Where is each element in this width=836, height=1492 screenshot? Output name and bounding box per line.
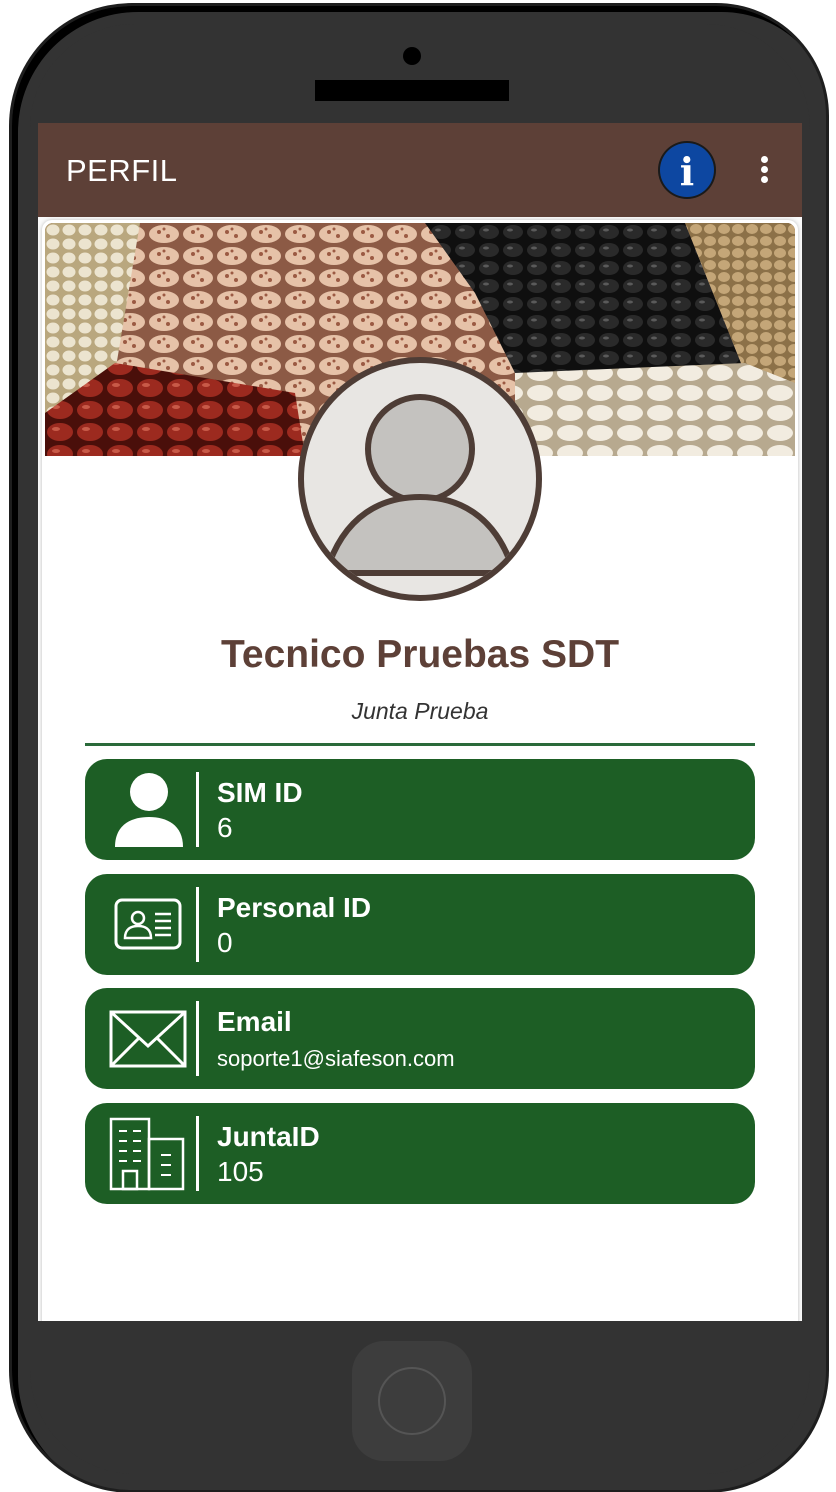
field-value: soporte1@siafeson.com xyxy=(217,1046,455,1071)
building-icon xyxy=(105,1115,189,1193)
earpiece-speaker xyxy=(315,80,509,101)
field-label: Email xyxy=(217,1006,292,1037)
field-label: JuntaID xyxy=(217,1121,320,1152)
profile-card: Tecnico Pruebas SDT Junta Prueba SIM ID … xyxy=(42,220,798,1321)
app-screen: PERFIL i Tecnico Pruebas SDT Junta Prueb… xyxy=(38,123,802,1321)
row-separator xyxy=(196,1116,199,1191)
divider xyxy=(85,743,755,746)
id-card-icon xyxy=(105,886,189,964)
info-icon[interactable]: i xyxy=(660,143,714,197)
field-label: SIM ID xyxy=(217,777,303,808)
field-value: 105 xyxy=(217,1156,264,1187)
profile-organization: Junta Prueba xyxy=(351,698,489,724)
envelope-icon xyxy=(105,1000,189,1078)
row-separator xyxy=(196,772,199,847)
field-value: 0 xyxy=(217,927,233,958)
field-junta-id[interactable]: JuntaID 105 xyxy=(85,1103,755,1204)
front-camera xyxy=(403,47,421,65)
person-placeholder-icon[interactable] xyxy=(298,357,542,601)
app-bar: PERFIL i xyxy=(38,123,802,217)
more-vert-icon[interactable] xyxy=(754,153,774,189)
field-personal-id[interactable]: Personal ID 0 xyxy=(85,874,755,975)
field-value: 6 xyxy=(217,812,233,843)
info-glyph: i xyxy=(679,149,695,194)
home-button-ring xyxy=(378,1367,446,1435)
page-title: PERFIL xyxy=(66,153,178,188)
profile-name: Tecnico Pruebas SDT xyxy=(220,633,620,676)
person-icon xyxy=(105,771,189,849)
home-button[interactable] xyxy=(352,1341,472,1461)
field-email[interactable]: Email soporte1@siafeson.com xyxy=(85,988,755,1089)
row-separator xyxy=(196,1001,199,1076)
field-label: Personal ID xyxy=(217,892,372,923)
field-sim-id[interactable]: SIM ID 6 xyxy=(85,759,755,860)
row-separator xyxy=(196,887,199,962)
